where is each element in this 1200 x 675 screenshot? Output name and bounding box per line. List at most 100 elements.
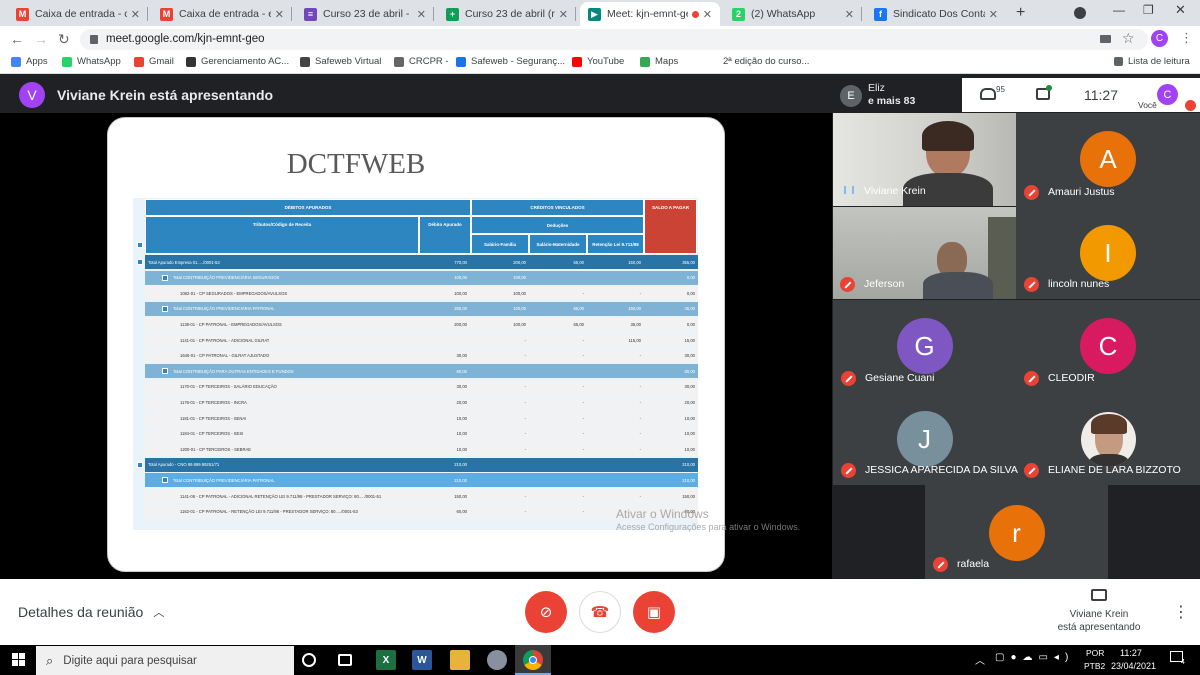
cortana-icon[interactable] — [302, 653, 316, 667]
gmail-icon: M — [160, 7, 173, 21]
row-value: 65,00 — [573, 259, 584, 265]
url-text[interactable]: meet.google.com/kjn-emnt-geo — [106, 33, 265, 45]
row-value: 100,00 — [513, 290, 526, 296]
file-explorer-icon[interactable] — [450, 650, 470, 670]
more-options-icon[interactable]: ⋮ — [1173, 602, 1189, 622]
close-tab-icon[interactable]: ✕ — [845, 8, 854, 21]
tile-jeferson[interactable] — [833, 207, 1016, 299]
collapse-icon[interactable] — [137, 461, 143, 468]
back-button[interactable]: ← — [10, 30, 24, 48]
reading-list[interactable]: Lista de leitura — [1114, 56, 1190, 67]
present-screen-icon[interactable] — [1091, 589, 1107, 601]
mic-toggle-button[interactable]: ⊘ — [525, 591, 567, 633]
tray-icons[interactable]: ▢●☁▭◂) — [995, 652, 1074, 663]
bookmark-2[interactable]: Gmail — [134, 56, 174, 67]
maximize-button[interactable]: ❐ — [1143, 3, 1154, 17]
taskbar-date[interactable]: 23/04/2021 — [1111, 661, 1156, 671]
close-tab-icon[interactable]: ✕ — [275, 8, 284, 21]
row-value: 30,00 — [456, 353, 467, 359]
reload-button[interactable]: ↻ — [58, 30, 70, 48]
windows-start-icon[interactable] — [12, 653, 25, 666]
camera-icon[interactable] — [1100, 35, 1111, 43]
tab-whatsapp[interactable]: 2 (2) WhatsApp ✕ — [724, 2, 862, 26]
bookmark-8[interactable]: Maps — [640, 56, 678, 67]
tab-sheets[interactable]: + Curso 23 de abril (respo ✕ — [438, 2, 576, 26]
bookmark-label: YouTube — [587, 56, 625, 67]
bookmark-3[interactable]: Gerenciamento AC... — [186, 56, 289, 67]
row-value: - — [524, 493, 526, 499]
close-tab-icon[interactable]: ✕ — [559, 8, 568, 21]
word-icon[interactable]: W — [412, 650, 432, 670]
tile-name-viviane: Viviane Krein — [864, 185, 926, 197]
tab-facebook[interactable]: f Sindicato Dos Contabilis ✕ — [866, 2, 1006, 26]
self-avatar[interactable]: C — [1157, 84, 1178, 105]
collapse-icon[interactable] — [162, 305, 168, 312]
row-value: 10,00 — [456, 446, 467, 452]
excel-icon[interactable]: X — [376, 650, 396, 670]
collapse-icon[interactable] — [137, 259, 143, 265]
bookmark-1[interactable]: WhatsApp — [62, 56, 121, 67]
participant-count: 95 — [996, 85, 1005, 94]
tab-forms[interactable]: ≡ Curso 23 de abril - Form ✕ — [296, 2, 434, 26]
close-window-button[interactable]: ✕ — [1175, 2, 1186, 18]
bookmark-favicon-icon — [456, 56, 466, 67]
collapse-icon[interactable] — [162, 274, 168, 281]
close-tab-icon[interactable]: ✕ — [703, 8, 712, 21]
tray-chevron-icon[interactable]: ︿ — [975, 652, 985, 667]
chrome-icon[interactable] — [523, 650, 543, 670]
people-icon[interactable] — [980, 88, 996, 100]
menu-icon[interactable]: ⋮ — [1180, 30, 1193, 46]
lang-line1[interactable]: POR — [1086, 648, 1104, 658]
bookmark-7[interactable]: YouTube — [572, 56, 624, 67]
bookmark-0[interactable]: Apps — [11, 56, 48, 67]
notification-count: 4 — [1181, 659, 1185, 666]
forward-button[interactable]: → — [34, 30, 48, 48]
task-view-icon[interactable] — [338, 654, 352, 666]
collapse-icon[interactable] — [162, 368, 168, 375]
row-value: - — [639, 399, 641, 405]
tile-name: rafaela — [957, 558, 990, 570]
minimize-button[interactable]: — — [1113, 3, 1125, 17]
tile-name-jeferson: Jeferson — [864, 278, 905, 290]
tab-gmail[interactable]: M Caixa de entrada - cont ✕ — [8, 2, 148, 26]
row-value: 770,00 — [454, 259, 467, 265]
app-icon[interactable] — [487, 650, 507, 670]
tab-search-icon[interactable] — [1074, 7, 1086, 19]
row-value: 10,00 — [684, 415, 695, 421]
lang-line2[interactable]: PTB2 — [1084, 661, 1105, 671]
row-value: - — [582, 399, 584, 405]
row-value: - — [582, 384, 584, 390]
close-tab-icon[interactable]: ✕ — [417, 8, 426, 21]
profile-avatar[interactable]: C — [1151, 30, 1168, 47]
bookmark-9[interactable]: 2ª edição do curso... — [708, 56, 809, 67]
collapse-icon[interactable] — [162, 477, 168, 484]
close-tab-icon[interactable]: ✕ — [989, 8, 998, 21]
bookmark-6[interactable]: Safeweb - Seguranç... — [456, 56, 565, 67]
search-icon: ⌕ — [46, 652, 54, 668]
mic-muted-icon — [933, 557, 948, 572]
camera-toggle-button[interactable]: ▣ — [633, 591, 675, 633]
row-value: 10,00 — [456, 415, 467, 421]
slide-title: DCTFWEB — [286, 148, 426, 180]
bookmark-4[interactable]: Safeweb Virtual — [300, 56, 381, 67]
bookmark-favicon-icon — [572, 56, 582, 67]
taskbar-time[interactable]: 11:27 — [1120, 648, 1142, 658]
row-label: 1082-01 - CP SEGURADOS - EMPREGADOS/AVUL… — [180, 290, 288, 296]
tile-name-eliane: ELIANE DE LARA BIZZOTO — [1048, 464, 1181, 476]
bookmark-star-icon[interactable]: ☆ — [1122, 30, 1135, 47]
chevron-up-icon: ︿ — [153, 607, 165, 619]
row-value: 115,00 — [628, 337, 642, 343]
close-tab-icon[interactable]: ✕ — [131, 8, 140, 21]
new-tab-button[interactable]: + — [1016, 4, 1025, 22]
tab-meet[interactable]: ▶ Meet: kjn-emnt-geo ✕ — [580, 2, 720, 26]
row-value: 35,00 — [630, 321, 641, 327]
tab-gmail[interactable]: M Caixa de entrada - even ✕ — [152, 2, 292, 26]
bookmark-label: Apps — [26, 56, 48, 67]
expand-icon[interactable] — [137, 242, 143, 248]
leave-call-button[interactable]: ☎ — [579, 591, 621, 633]
bookmark-5[interactable]: CRCPR - — [394, 56, 449, 67]
meeting-details-button[interactable]: Detalhes da reunião ︿ — [18, 604, 164, 620]
participant-avatar: C — [1080, 318, 1136, 374]
taskbar-search[interactable]: ⌕ Digite aqui para pesquisar — [36, 646, 294, 675]
row-value: - — [524, 337, 526, 343]
